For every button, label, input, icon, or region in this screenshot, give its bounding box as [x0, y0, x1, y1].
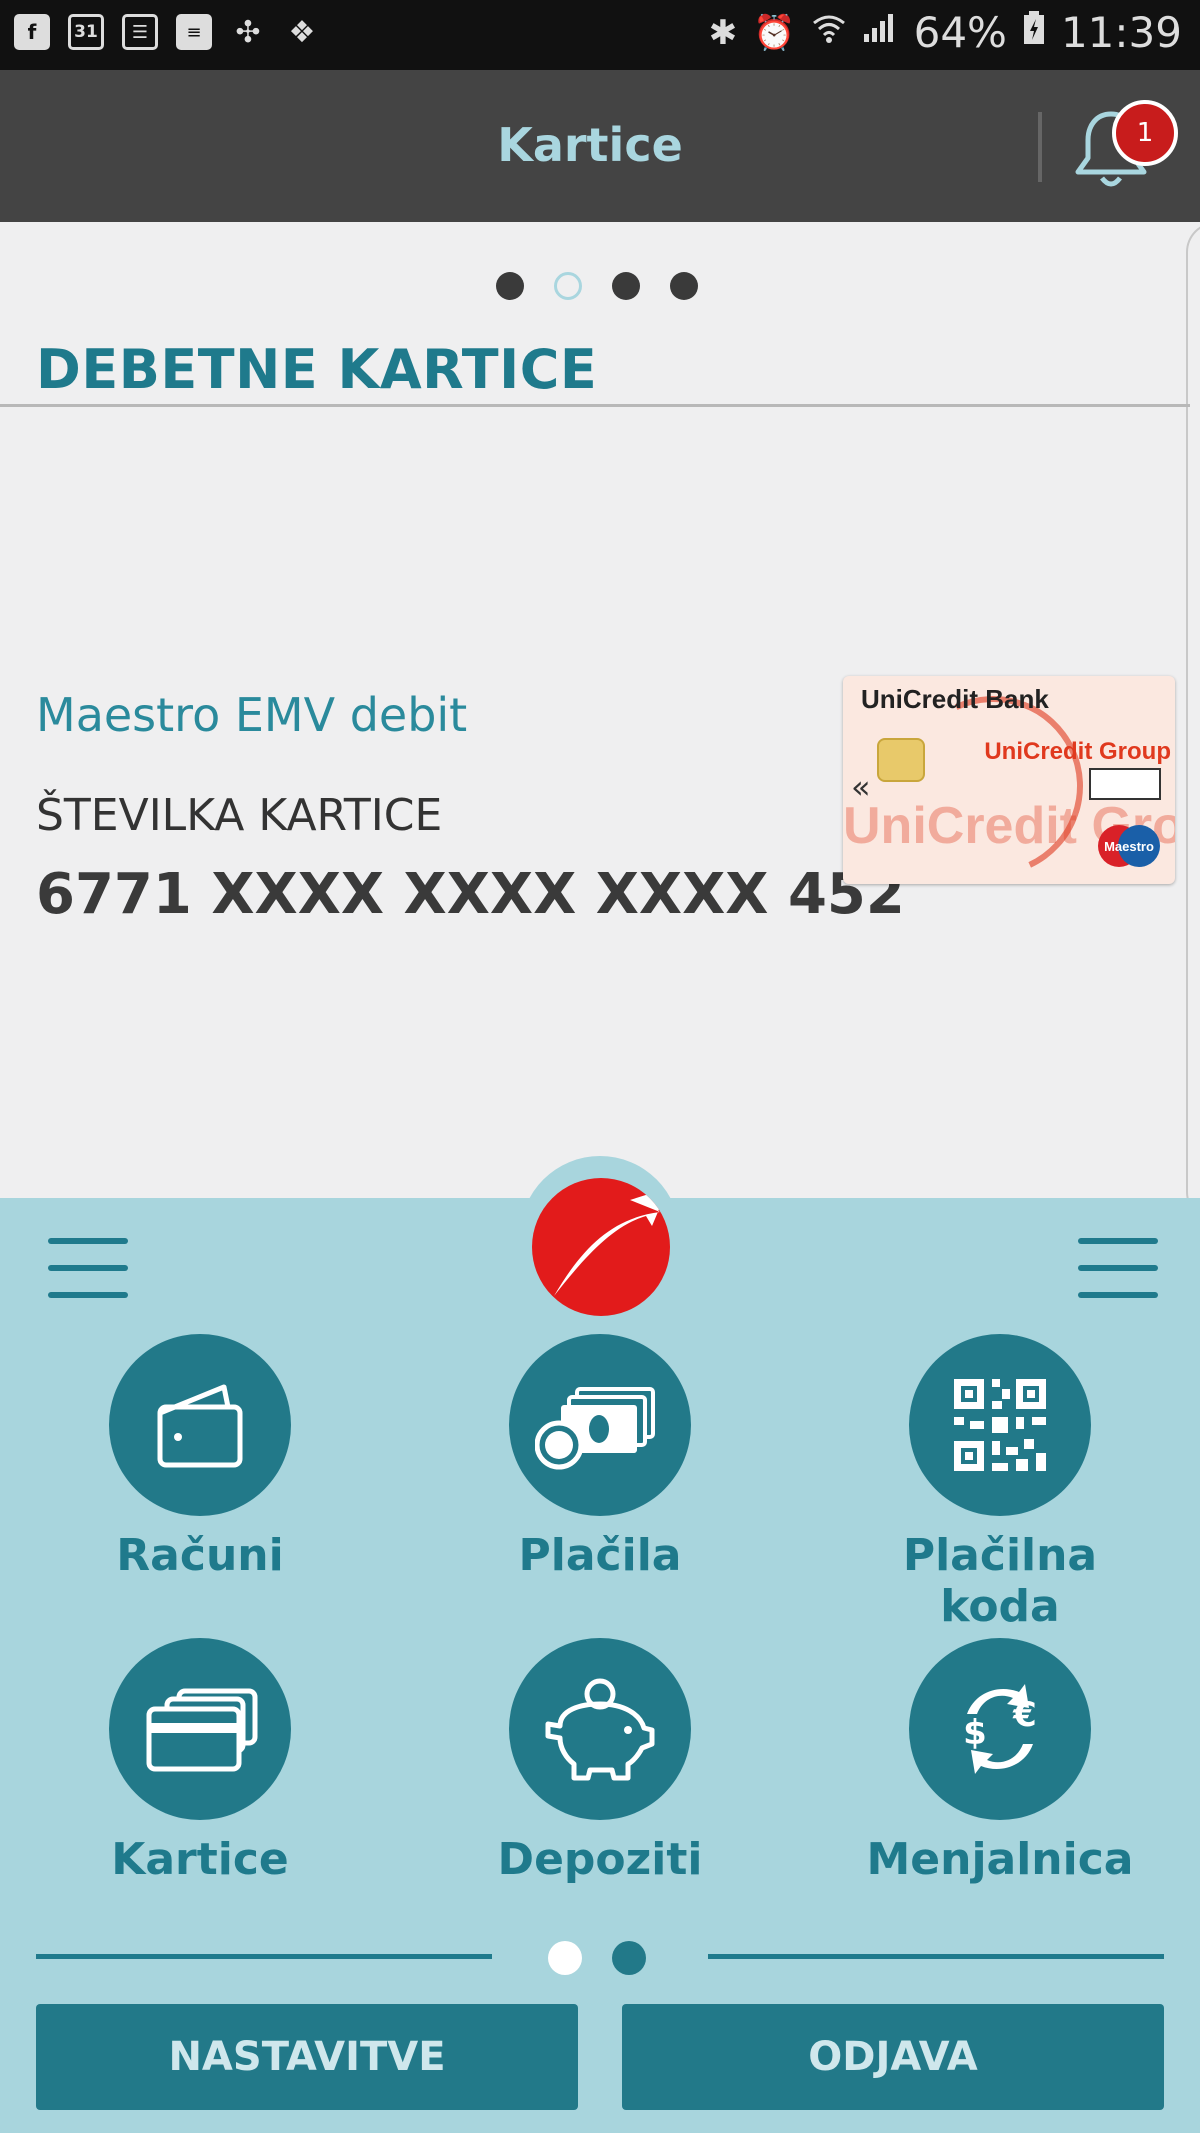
bluetooth-icon: ✱	[708, 12, 738, 53]
tile-menjalnica[interactable]: $ € Menjalnica	[840, 1638, 1160, 1885]
app-bar: Kartice 1	[0, 70, 1200, 222]
message-icon: ≡	[176, 14, 212, 50]
notification-badge: 1	[1112, 100, 1178, 166]
pinwheel-icon: ✣	[235, 14, 261, 50]
dropbox-icon: ❖	[288, 14, 316, 50]
card-pager	[0, 272, 1200, 300]
wifi-icon	[812, 11, 846, 54]
tile-label: Plačilna koda	[902, 1530, 1098, 1632]
tile-placila[interactable]: Plačila	[440, 1334, 760, 1581]
settings-button[interactable]: NASTAVITVE	[36, 2004, 578, 2110]
card-bank-name: UniCredit Bank	[861, 684, 1049, 714]
cards-icon	[109, 1638, 291, 1820]
svg-text:$: $	[963, 1713, 987, 1753]
calendar-icon: 31	[68, 14, 104, 50]
clock: 11:39	[1060, 8, 1182, 57]
tile-label: Depoziti	[497, 1834, 703, 1885]
status-bar: f 31 ☰ ≡ ✣ ❖ ✱ ⏰ 64% 11:39	[0, 0, 1200, 70]
status-bar-system: ✱ ⏰ 64% 11:39	[709, 8, 1182, 57]
tile-label: Menjalnica	[866, 1834, 1134, 1885]
pager-dot-active[interactable]	[554, 272, 582, 300]
menu-pager-dot-active[interactable]	[548, 1941, 582, 1975]
news-icon: ☰	[122, 14, 158, 50]
pager-dot[interactable]	[612, 272, 640, 300]
money-icon	[509, 1334, 691, 1516]
card-image[interactable]: UniCredit Group UniCredit Bank UniCredit…	[843, 676, 1175, 884]
left-menu-icon[interactable]	[48, 1238, 128, 1302]
pager-dot[interactable]	[496, 272, 524, 300]
pager-dot[interactable]	[670, 272, 698, 300]
pager-line-right	[708, 1954, 1164, 1959]
tile-label: Kartice	[111, 1834, 289, 1885]
tile-label: Računi	[116, 1530, 284, 1581]
chevron-left-icon: «	[851, 768, 871, 806]
tile-kartice[interactable]: Kartice	[40, 1638, 360, 1885]
tile-label: Plačila	[518, 1530, 682, 1581]
right-menu-icon[interactable]	[1078, 1238, 1158, 1302]
section-divider	[0, 404, 1190, 407]
card-group-name: UniCredit Group	[984, 738, 1171, 765]
card-chip	[877, 738, 925, 782]
side-drawer-handle[interactable]	[1186, 222, 1200, 1222]
battery-icon	[1023, 11, 1045, 54]
piggy-bank-icon	[509, 1638, 691, 1820]
pager-line-left	[36, 1954, 492, 1959]
facebook-icon: f	[14, 14, 50, 50]
card-partner-logo	[1089, 768, 1161, 800]
alarm-icon: ⏰	[753, 12, 796, 53]
qr-code-icon	[909, 1334, 1091, 1516]
page-title: Kartice	[497, 118, 683, 172]
section-title: DEBETNE KARTICE	[36, 338, 598, 401]
signal-icon	[862, 12, 898, 53]
card-number-label: ŠTEVILKA KARTICE	[36, 790, 443, 841]
header-divider	[1038, 112, 1042, 182]
menu-pager-dot[interactable]	[612, 1941, 646, 1975]
card-number: 6771 XXXX XXXX XXXX 452	[36, 862, 905, 927]
tile-depoziti[interactable]: Depoziti	[440, 1638, 760, 1885]
card-brand-text: Maestro	[1104, 839, 1154, 854]
status-bar-notifications: f 31 ☰ ≡ ✣ ❖	[14, 14, 320, 50]
tile-racuni[interactable]: Računi	[40, 1334, 360, 1581]
maestro-logo-icon: Maestro	[1098, 825, 1160, 867]
wallet-icon	[109, 1334, 291, 1516]
tile-placilna-koda[interactable]: Plačilna koda	[840, 1334, 1160, 1632]
battery-percent: 64%	[913, 8, 1007, 57]
unicredit-logo-icon[interactable]	[532, 1178, 670, 1316]
svg-text:€: €	[1012, 1695, 1037, 1735]
card-type: Maestro EMV debit	[36, 688, 468, 742]
exchange-icon: $ €	[909, 1638, 1091, 1820]
logout-button[interactable]: ODJAVA	[622, 2004, 1164, 2110]
